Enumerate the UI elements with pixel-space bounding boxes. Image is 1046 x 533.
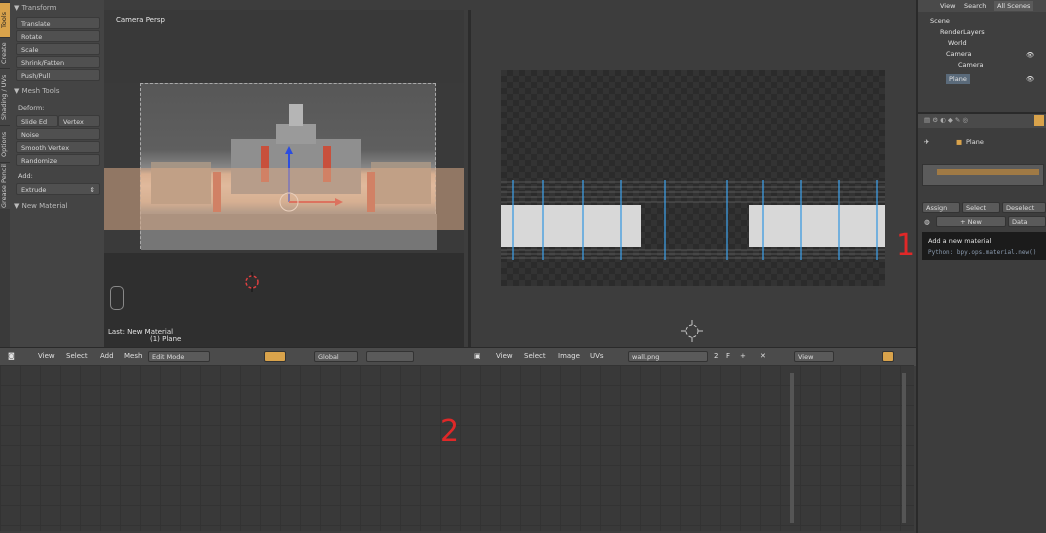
uv-uvs-menu[interactable]: UVs [590, 352, 604, 360]
uv-image-canvas[interactable] [501, 70, 885, 286]
material-slot[interactable] [937, 169, 1039, 175]
view-menu[interactable]: View [38, 352, 55, 360]
mesh-tools-panel-header[interactable]: ▼ Mesh Tools [14, 87, 60, 95]
image-name-field[interactable]: wall.png [628, 351, 708, 362]
slide-vertex-button[interactable]: Vertex [58, 115, 100, 127]
snapping-icons[interactable] [366, 351, 414, 362]
uv-mesh-overlay [501, 180, 885, 260]
extrude-dropdown[interactable]: Extrude ⇕ [16, 183, 100, 195]
outliner-item-plane[interactable]: Plane [946, 74, 970, 84]
uv-select-menu[interactable]: Select [524, 352, 546, 360]
scale-button[interactable]: Scale [16, 43, 100, 55]
plus-icon: + [960, 218, 968, 226]
scrollbar[interactable] [790, 373, 794, 523]
new-material-panel-header[interactable]: ▼ New Material [14, 202, 68, 210]
outliner-item-renderlayers[interactable]: RenderLayers [940, 28, 985, 36]
eye-icon[interactable]: 👁 [1026, 75, 1034, 83]
noise-button[interactable]: Noise [16, 128, 100, 140]
tool-shelf: ▼ Transform Translate Rotate Scale Shrin… [10, 0, 104, 360]
active-object-label: (1) Plane [150, 335, 182, 343]
material-tab-icon[interactable] [1034, 115, 1044, 126]
transform-orientation-dropdown[interactable]: Global [314, 351, 358, 362]
outliner-view-menu[interactable]: View [940, 2, 955, 10]
material-slot-list[interactable] [922, 164, 1044, 186]
fake-user-toggle[interactable]: F [726, 352, 730, 360]
outliner-header: View Search All Scenes [918, 0, 1046, 12]
outliner-item-camera-data[interactable]: Camera [958, 61, 984, 69]
select-menu[interactable]: Select [66, 352, 88, 360]
outliner-display-mode[interactable]: All Scenes [994, 1, 1034, 11]
tab-grease-pencil[interactable]: Grease Pencil [0, 162, 10, 209]
uv-editor-type-icon[interactable]: ▣ [474, 352, 481, 360]
rotate-button[interactable]: Rotate [16, 30, 100, 42]
slide-edge-button[interactable]: Slide Ed [16, 115, 58, 127]
annotation-one: 1 [896, 228, 916, 263]
tooltip: Add a new material Python: bpy.ops.mater… [922, 232, 1046, 260]
2d-cursor-icon [681, 320, 703, 342]
translate-button[interactable]: Translate [16, 17, 100, 29]
add-menu[interactable]: Add [100, 352, 114, 360]
extrude-label: Extrude [21, 186, 47, 194]
transform-panel-header[interactable]: ▼ Transform [14, 4, 56, 12]
viewport-title: Camera Persp [116, 16, 165, 24]
properties-tabs: ▤ ⚙ ◐ ◆ ✎ ◎ [918, 114, 1046, 128]
context-icons[interactable]: ▤ ⚙ ◐ ◆ ✎ ◎ [924, 116, 968, 124]
select-mode-icon[interactable] [264, 351, 286, 362]
mesh-menu[interactable]: Mesh [124, 352, 142, 360]
object-icon: ■ [956, 138, 963, 146]
scrollbar[interactable] [902, 373, 906, 523]
editor-type-icon[interactable]: ◙ [8, 352, 15, 360]
uv-image-menu[interactable]: Image [558, 352, 580, 360]
outliner-item-world[interactable]: World [948, 39, 967, 47]
add-label: Add: [18, 172, 33, 180]
eye-icon[interactable]: 👁 [1026, 51, 1034, 59]
uv-view-menu[interactable]: View [496, 352, 513, 360]
assign-button[interactable]: Assign [922, 202, 960, 213]
mode-dropdown[interactable]: Edit Mode [148, 351, 210, 362]
outliner-search-menu[interactable]: Search [964, 2, 986, 10]
push-pull-button[interactable]: Push/Pull [16, 69, 100, 81]
tab-create[interactable]: Create [0, 37, 10, 68]
deform-label: Deform: [18, 104, 45, 112]
material-browse-icon[interactable]: ◍ [924, 218, 930, 226]
new-image-icon[interactable]: + [740, 352, 746, 360]
dropdown-arrows-icon: ⇕ [89, 186, 95, 194]
select-button[interactable]: Select [962, 202, 1000, 213]
outliner-item-camera[interactable]: Camera [946, 50, 972, 58]
pin-icon[interactable]: ✈ [924, 138, 929, 146]
uv-editor-header: ▣ View Select Image UVs wall.png 2 F + ✕… [468, 347, 916, 366]
tab-tools[interactable]: Tools [0, 2, 10, 37]
link-data-dropdown[interactable]: Data [1008, 216, 1046, 227]
randomize-button[interactable]: Randomize [16, 154, 100, 166]
smooth-vertex-button[interactable]: Smooth Vertex [16, 141, 100, 153]
tab-shading-uvs[interactable]: Shading / UVs [0, 68, 10, 125]
3d-cursor-icon [245, 272, 259, 292]
ground-plane [104, 168, 464, 230]
deselect-button[interactable]: Deselect [1002, 202, 1046, 213]
unlink-image-icon[interactable]: ✕ [760, 352, 766, 360]
new-material-button[interactable]: + New [936, 216, 1006, 227]
uv-image-editor[interactable] [468, 10, 917, 347]
tab-options[interactable]: Options [0, 125, 10, 162]
tooltip-title: Add a new material [928, 237, 992, 245]
outliner: View Search All Scenes Scene RenderLayer… [916, 0, 1046, 112]
ndof-mouse-icon [110, 286, 124, 310]
new-material-label: New [967, 218, 982, 226]
uv-sync-icon[interactable] [882, 351, 894, 362]
image-users-count: 2 [714, 352, 719, 360]
uv-view-dropdown[interactable]: View [794, 351, 834, 362]
object-name: Plane [966, 138, 984, 146]
3d-view-header: ◙ View Select Add Mesh Edit Mode Global [0, 347, 468, 366]
outliner-item-scene[interactable]: Scene [930, 17, 950, 25]
annotation-two: 2 [440, 414, 460, 449]
3d-viewport[interactable]: Camera Persp Last: New Material (1) Plan… [104, 10, 464, 347]
properties-editor: ▤ ⚙ ◐ ◆ ✎ ◎ ✈ ■ Plane Assign Select Dese… [916, 112, 1046, 533]
tooltip-python: Python: bpy.ops.material.new() [928, 249, 1037, 256]
shrink-fatten-button[interactable]: Shrink/Fatten [16, 56, 100, 68]
